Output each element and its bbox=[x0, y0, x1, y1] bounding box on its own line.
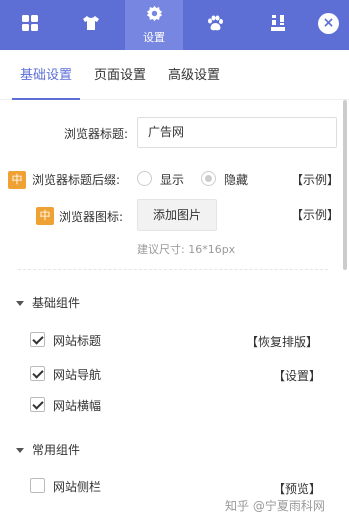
browser-title-input[interactable]: 广告网 bbox=[137, 117, 337, 148]
scrollbar[interactable] bbox=[343, 100, 347, 270]
checkbox-site-sidebar[interactable] bbox=[30, 478, 45, 493]
section-basic-title: 基础组件 bbox=[32, 296, 81, 310]
divider bbox=[18, 269, 328, 270]
shirt-icon bbox=[82, 15, 100, 35]
layout-icon bbox=[270, 14, 286, 36]
close-button[interactable]: × bbox=[318, 13, 339, 34]
nav-settings-link[interactable]: 【设置】 bbox=[273, 367, 321, 384]
top-toolbar: 设置 × bbox=[0, 0, 349, 50]
gear-icon bbox=[146, 5, 163, 26]
title-suffix-label: 浏览器标题后缀: bbox=[32, 173, 121, 187]
site-title-label: 网站标题 bbox=[53, 334, 102, 348]
browser-icon-label: 浏览器图标: bbox=[59, 210, 124, 224]
browser-title-label: 浏览器标题: bbox=[63, 127, 128, 141]
tab-basic-settings[interactable]: 基础设置 bbox=[12, 50, 80, 100]
checkbox-site-title[interactable] bbox=[30, 332, 45, 347]
section-common-components[interactable]: 常用组件 bbox=[16, 441, 80, 458]
paw-icon bbox=[206, 15, 224, 36]
tab-theme[interactable] bbox=[69, 0, 113, 50]
close-icon: × bbox=[322, 15, 335, 31]
radio-show[interactable] bbox=[137, 171, 152, 186]
grid-icon bbox=[21, 14, 39, 36]
tab-advanced-settings[interactable]: 高级设置 bbox=[168, 50, 220, 100]
watermark: 知乎 @宁夏雨科网 bbox=[225, 499, 325, 513]
checkbox-site-nav[interactable] bbox=[30, 366, 45, 381]
radio-hide[interactable] bbox=[201, 171, 216, 186]
tab-pet[interactable] bbox=[193, 0, 237, 50]
caret-down-icon bbox=[16, 301, 24, 306]
caret-down-icon bbox=[16, 448, 24, 453]
premium-badge: 中 bbox=[8, 171, 26, 189]
tab-settings[interactable]: 设置 bbox=[125, 0, 183, 50]
site-sidebar-label: 网站侧栏 bbox=[53, 480, 102, 494]
preview-link[interactable]: 【预览】 bbox=[273, 480, 321, 497]
section-basic-components[interactable]: 基础组件 bbox=[16, 294, 80, 311]
sub-tab-bar: 基础设置 页面设置 高级设置 bbox=[0, 50, 349, 100]
icon-size-hint: 建议尺寸: 16*16px bbox=[137, 243, 236, 256]
tab-settings-label: 设置 bbox=[143, 31, 165, 44]
site-banner-label: 网站横幅 bbox=[53, 399, 102, 413]
tab-layout[interactable] bbox=[256, 0, 300, 50]
checkbox-site-banner[interactable] bbox=[30, 397, 45, 412]
site-nav-label: 网站导航 bbox=[53, 368, 102, 382]
premium-badge: 中 bbox=[36, 207, 54, 225]
browser-icon-example-link[interactable]: 【示例】 bbox=[291, 206, 339, 223]
restore-layout-link[interactable]: 【恢复排版】 bbox=[246, 333, 318, 350]
section-common-title: 常用组件 bbox=[32, 443, 81, 457]
radio-hide-label: 隐藏 bbox=[224, 173, 249, 187]
radio-show-label: 显示 bbox=[160, 173, 185, 187]
tab-grid[interactable] bbox=[8, 0, 52, 50]
title-suffix-example-link[interactable]: 【示例】 bbox=[291, 171, 339, 188]
add-image-button[interactable]: 添加图片 bbox=[137, 199, 217, 231]
tab-page-settings[interactable]: 页面设置 bbox=[94, 50, 146, 100]
